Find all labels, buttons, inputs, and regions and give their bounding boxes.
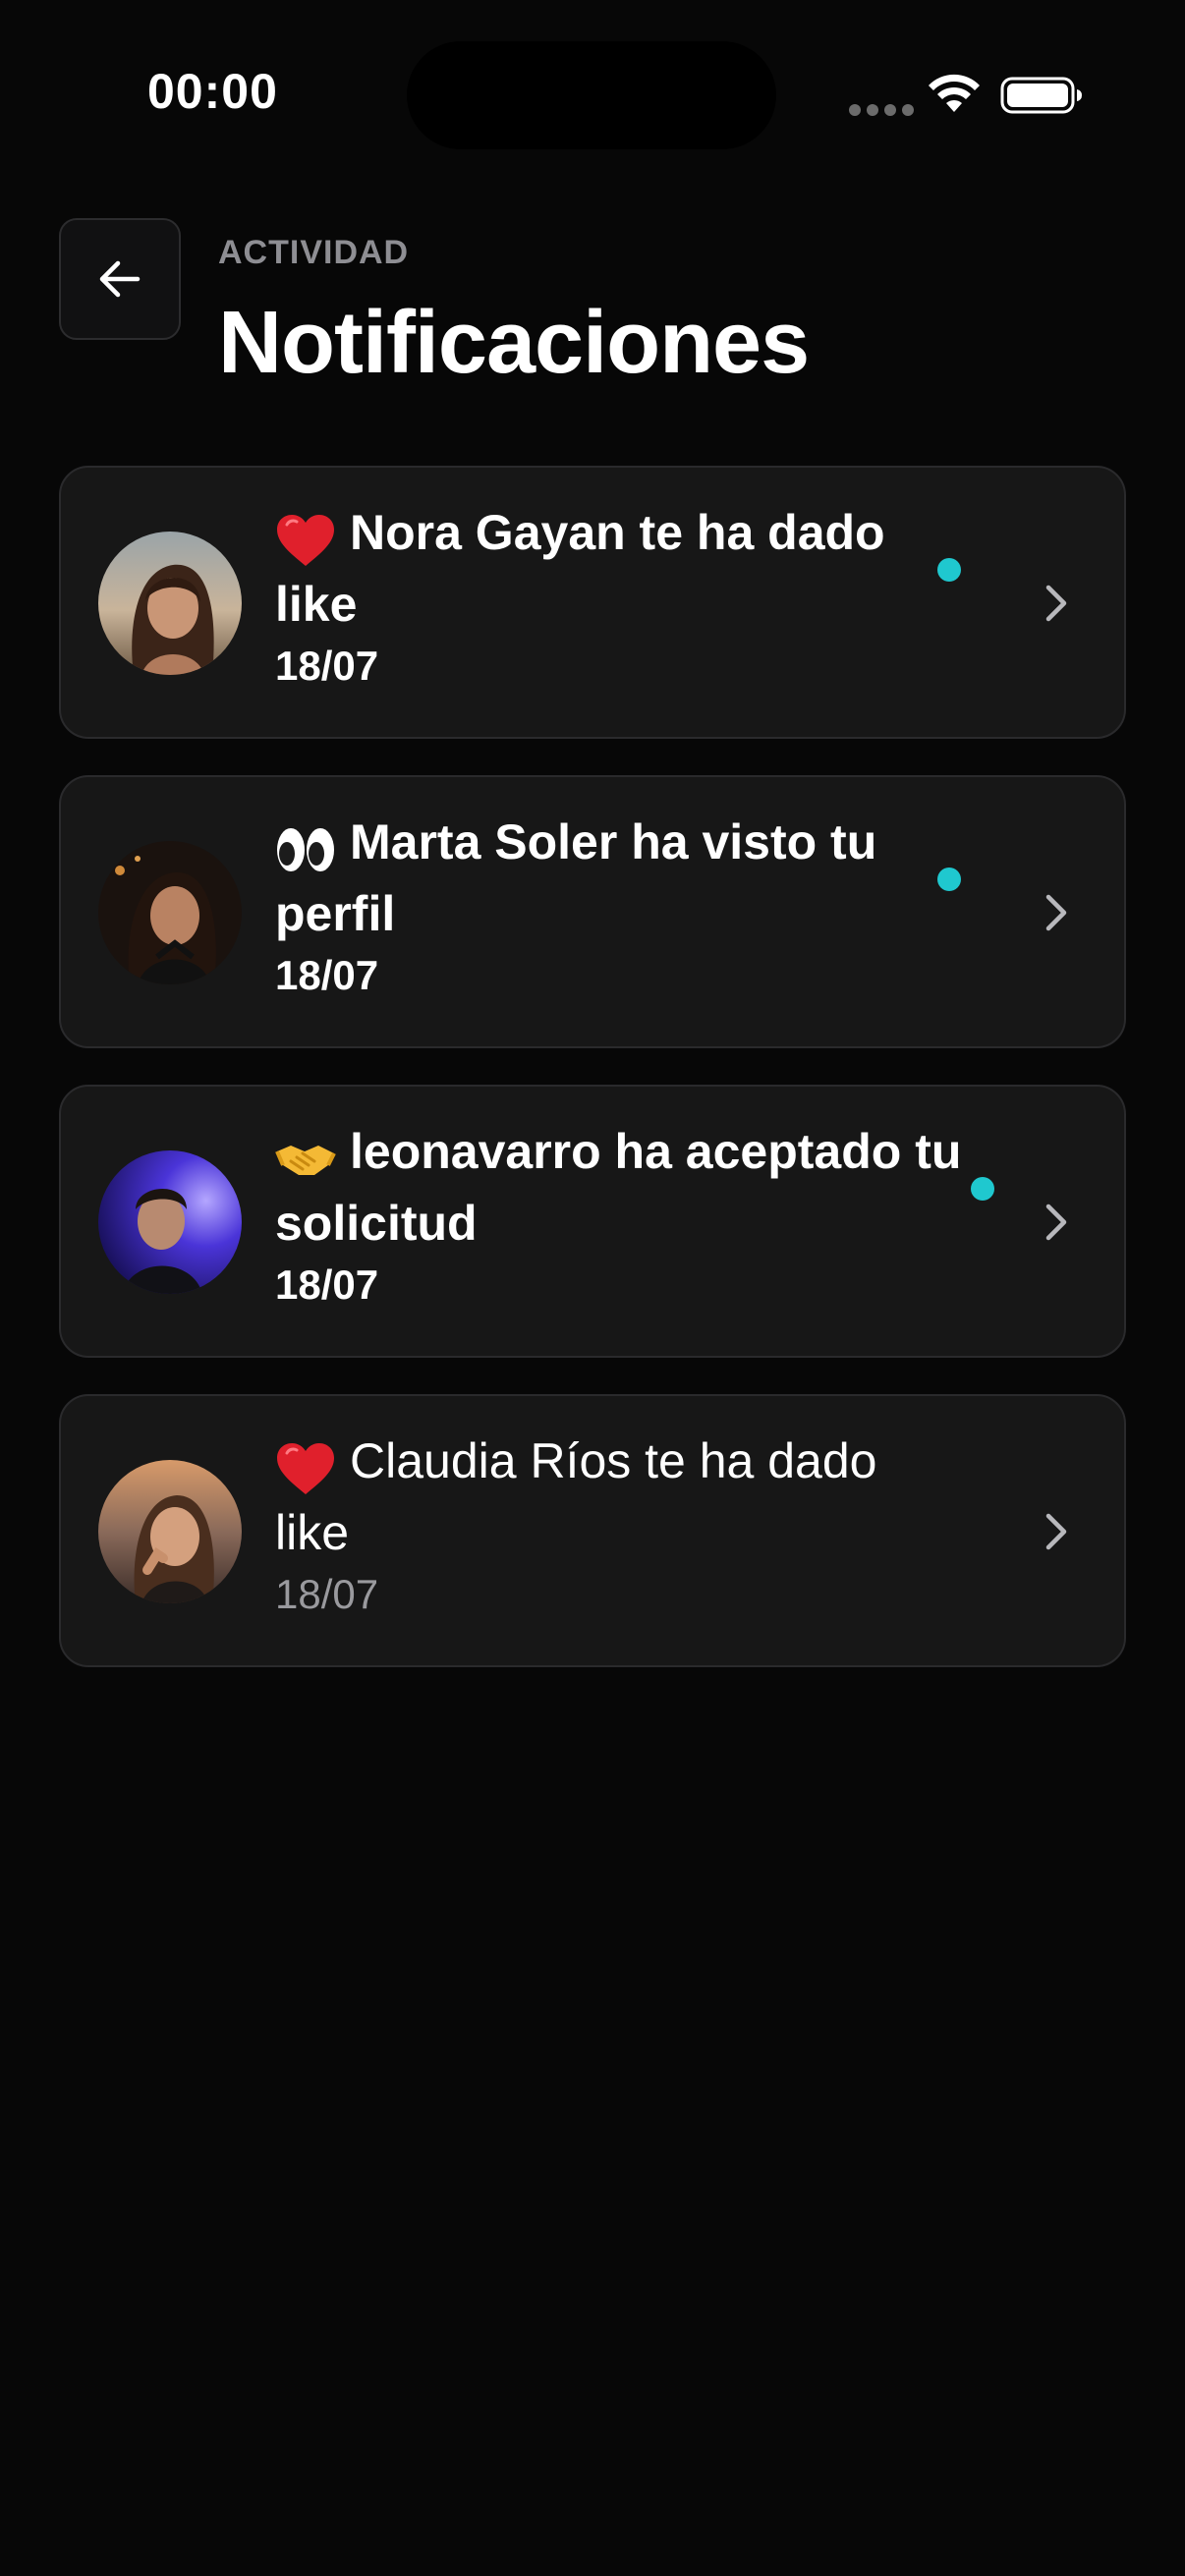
battery-icon (1000, 77, 1082, 114)
heart-icon (275, 1441, 336, 1496)
notification-card[interactable]: leonavarro ha aceptado tu solicitud 18/0… (59, 1085, 1126, 1358)
chevron-right-icon (1042, 1201, 1071, 1244)
chevron-right-icon (1042, 891, 1071, 934)
back-button[interactable] (59, 218, 181, 340)
notification-message: Claudia Ríos te ha dado like (275, 1426, 963, 1569)
section-overline: ACTIVIDAD (218, 234, 410, 271)
eyes-icon (275, 822, 336, 877)
notification-message-text: Marta Soler ha visto tu perfil (275, 814, 877, 941)
status-time: 00:00 (147, 64, 278, 119)
cellular-signal-icon (849, 104, 914, 116)
notification-date: 18/07 (275, 1571, 379, 1617)
avatar (98, 1150, 242, 1294)
dynamic-island (407, 41, 776, 149)
notification-content: Claudia Ríos te ha dado like 18/07 (275, 1426, 963, 1618)
notification-card[interactable]: Nora Gayan te ha dado like 18/07 (59, 466, 1126, 739)
avatar (98, 841, 242, 984)
unread-indicator (971, 1177, 994, 1201)
unread-indicator (937, 868, 961, 891)
arrow-left-icon (99, 260, 141, 298)
chevron-right-icon (1042, 582, 1071, 625)
notification-date: 18/07 (275, 1261, 379, 1308)
page-title: Notificaciones (218, 294, 810, 392)
notification-message: Nora Gayan te ha dado like (275, 497, 963, 641)
notification-content: leonavarro ha aceptado tu solicitud 18/0… (275, 1116, 963, 1309)
notification-date: 18/07 (275, 643, 379, 689)
heart-icon (275, 513, 336, 568)
avatar (98, 1460, 242, 1603)
unread-indicator (937, 558, 961, 582)
notification-content: Marta Soler ha visto tu perfil 18/07 (275, 807, 963, 999)
wifi-icon (929, 74, 980, 112)
avatar (98, 532, 242, 675)
handshake-icon (275, 1132, 336, 1187)
notification-date: 18/07 (275, 952, 379, 998)
status-bar: 00:00 (0, 0, 1185, 196)
notification-message: Marta Soler ha visto tu perfil (275, 807, 963, 950)
chevron-right-icon (1042, 1510, 1071, 1553)
notification-card[interactable]: Marta Soler ha visto tu perfil 18/07 (59, 775, 1126, 1048)
notification-message-text: Claudia Ríos te ha dado like (275, 1433, 877, 1560)
notification-list: Nora Gayan te ha dado like 18/07 Marta S… (59, 466, 1126, 1704)
notification-message: leonavarro ha aceptado tu solicitud (275, 1116, 963, 1260)
notification-content: Nora Gayan te ha dado like 18/07 (275, 497, 963, 690)
notification-message-text: leonavarro ha aceptado tu solicitud (275, 1124, 962, 1251)
notification-message-text: Nora Gayan te ha dado like (275, 505, 885, 632)
notification-card[interactable]: Claudia Ríos te ha dado like 18/07 (59, 1394, 1126, 1667)
